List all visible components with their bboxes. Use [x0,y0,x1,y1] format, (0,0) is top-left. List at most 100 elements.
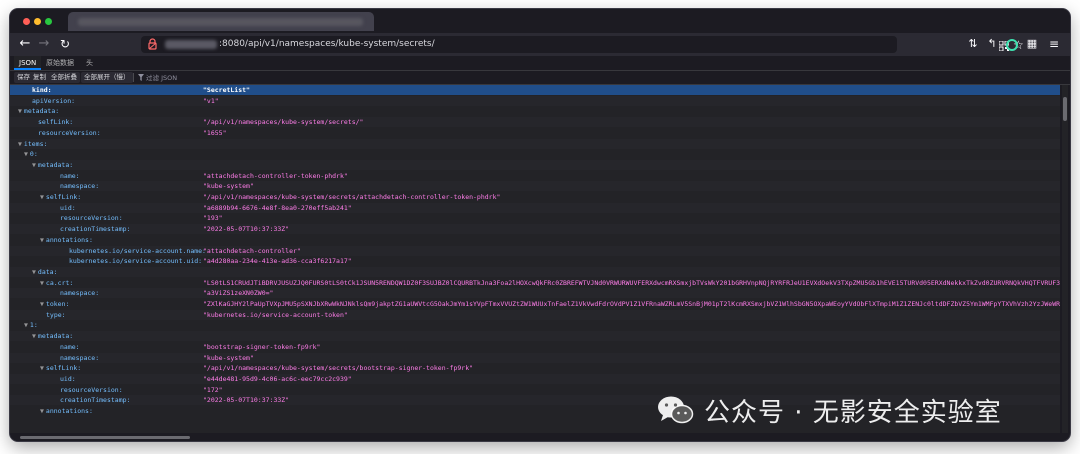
json-key-label: creationTimestamp: [60,396,131,405]
wechat-icon [658,396,694,424]
reload-button[interactable]: ↻ [58,36,72,52]
json-row[interactable]: kind: "SecretList" [10,85,1060,95]
json-key-label: name: [60,171,80,180]
expand-all-button[interactable]: 全部展开（慢） [81,72,133,83]
json-row[interactable]: ▼ 1: [10,320,1060,330]
json-row[interactable]: ▼ metadata: [10,331,1060,342]
json-key-label: selfLink: [45,193,82,201]
json-value: "1655" [203,128,227,137]
json-key: ▼ metadata: [18,106,59,116]
json-row[interactable]: name: "attachdetach-controller-token-phdr… [10,171,1060,181]
json-row[interactable]: namespace: "kube-system" [10,181,1060,192]
json-key-label: uid: [60,374,76,383]
forward-button[interactable]: → [37,36,51,52]
json-value: "ZXlKaGJHY2lPaUpTVXpJMU5pSXNJbXRwWkNJNkl… [203,300,1060,308]
url-host-redacted [165,40,217,49]
browser-window: ← → ↻ :8080/api/v1/namespaces/kube-syste… [10,9,1070,441]
json-key: resourceVersion: [60,213,123,223]
expand-toggle-icon[interactable]: ▼ [32,268,36,276]
copy-button[interactable]: 复制 [30,72,49,83]
expand-toggle-icon[interactable]: ▼ [32,161,36,169]
json-row[interactable]: ▼ selfLink: "/api/v1/namespaces/kube-syste… [10,363,1060,373]
json-key: name: [60,171,80,181]
expand-toggle-icon[interactable]: ▼ [40,193,44,201]
url-text[interactable]: :8080/api/v1/namespaces/kube-system/secr… [219,36,435,53]
json-row[interactable]: ▼ selfLink: "/api/v1/namespaces/kube-syste… [10,192,1060,202]
expand-toggle-icon[interactable]: ▼ [18,140,22,148]
json-key-label: resourceVersion: [60,214,123,223]
json-row[interactable]: type: "kubernetes.io/service-account-toke… [10,309,1060,320]
extension-icon[interactable]: ⇅ [967,37,979,51]
expand-toggle-icon[interactable]: ▼ [24,150,28,158]
extension-status-icon[interactable] [1006,39,1018,51]
watermark: 公众号 · 无影安全实验室 [656,393,1002,428]
close-window-button[interactable] [23,18,30,25]
json-row[interactable]: creationTimestamp: "2022-05-07T10:37:33Z" [10,224,1060,235]
json-row[interactable]: namespace: "kube-system" [10,352,1060,363]
zoom-window-button[interactable] [45,18,52,25]
json-key: ▼ metadata: [32,160,73,170]
json-row[interactable]: namespace: "a3ViZS1zeXN0ZW0=" [10,288,1060,299]
browser-tab-active[interactable] [68,12,374,31]
json-row[interactable]: kubernetes.io/service-account.name: "atta… [10,245,1060,256]
json-row[interactable]: resourceVersion: "193" [10,213,1060,223]
json-key: ▼ items: [18,139,47,149]
collapse-all-button[interactable]: 全部折叠 [48,72,80,83]
expand-toggle-icon[interactable]: ▼ [18,107,22,115]
json-key: ▼ token: [40,299,69,309]
json-row[interactable]: name: "bootstrap-signer-token-fp9rk" [10,342,1060,352]
json-key-label: namespace: [60,289,100,298]
expand-toggle-icon[interactable]: ▼ [40,236,44,244]
json-row[interactable]: selfLink: "/api/v1/namespaces/kube-system… [10,117,1060,128]
json-key: ▼ selfLink: [40,192,81,202]
json-row[interactable]: ▼ 0: [10,149,1060,159]
json-row[interactable]: uid: "e44de481-95d9-4c06-ac6c-eec79cc2c93… [10,373,1060,384]
json-key-label: selfLink: [38,118,74,127]
hamburger-menu-icon[interactable]: ≡ [1048,37,1060,51]
screenshot-icon[interactable]: ▦ [1026,37,1038,51]
vertical-scroll-thumb[interactable] [1063,97,1067,121]
url-bar[interactable]: :8080/api/v1/namespaces/kube-system/secr… [141,36,1024,53]
json-key: kind: [32,85,52,95]
json-row[interactable]: ▼ ca.crt: "LS0tLS1CRUdJTiBDRVJUSUZJQ0FURS0… [10,278,1060,288]
tab-headers[interactable]: 头 [81,56,98,70]
expand-toggle-icon[interactable]: ▼ [40,364,44,372]
filter-json-input[interactable] [146,72,216,83]
share-icon[interactable]: ↰ [986,37,998,51]
json-row[interactable]: ▼ items: [10,138,1060,149]
json-row[interactable]: uid: "a6889b94-6676-4e8f-8ea0-270eff5ab24… [10,202,1060,213]
json-row[interactable]: ▼ data: [10,266,1060,277]
json-key: kubernetes.io/service-account.uid: [69,256,202,266]
json-key: apiVersion: [32,96,75,106]
tab-json[interactable]: JSON [14,56,42,70]
json-row[interactable]: ▼ token: "ZXlKaGJHY2lPaUpTVXpJMU5pSXNJbXRw… [10,299,1060,309]
tab-raw-data[interactable]: 原始数据 [41,56,79,70]
vertical-scrollbar[interactable] [1062,85,1068,433]
json-row[interactable]: ▼ metadata: [10,106,1060,116]
lock-icon[interactable] [148,38,157,50]
json-value: "a4d280aa-234e-413e-ad36-cca3f6217a17" [203,257,352,266]
expand-toggle-icon[interactable]: ▼ [40,407,44,415]
json-toolbar: 保存 复制 全部折叠 全部展开（慢） [10,71,1070,85]
json-key-label: apiVersion: [32,96,76,105]
json-row[interactable]: apiVersion: "v1" [10,95,1060,106]
json-key: creationTimestamp: [60,224,130,234]
json-value: "v1" [203,96,219,105]
toolbar-divider [133,73,134,82]
horizontal-scroll-thumb[interactable] [20,436,190,439]
expand-toggle-icon[interactable]: ▼ [40,300,44,308]
horizontal-scrollbar[interactable] [10,434,1060,441]
json-row[interactable]: ▼ metadata: [10,159,1060,170]
json-row[interactable]: ▼ annotations: [10,235,1060,245]
expand-toggle-icon[interactable]: ▼ [32,332,36,340]
json-value: "/api/v1/namespaces/kube-system/secrets/… [203,118,364,127]
minimize-window-button[interactable] [34,18,41,25]
json-row[interactable]: resourceVersion: "1655" [10,128,1060,138]
back-button[interactable]: ← [18,36,32,52]
json-row[interactable]: kubernetes.io/service-account.uid: "a4d28… [10,256,1060,266]
expand-toggle-icon[interactable]: ▼ [40,279,44,287]
expand-toggle-icon[interactable]: ▼ [24,321,28,329]
filter-icon [138,74,144,81]
json-key-label: resourceVersion: [38,128,101,137]
json-key: ▼ selfLink: [40,363,81,373]
